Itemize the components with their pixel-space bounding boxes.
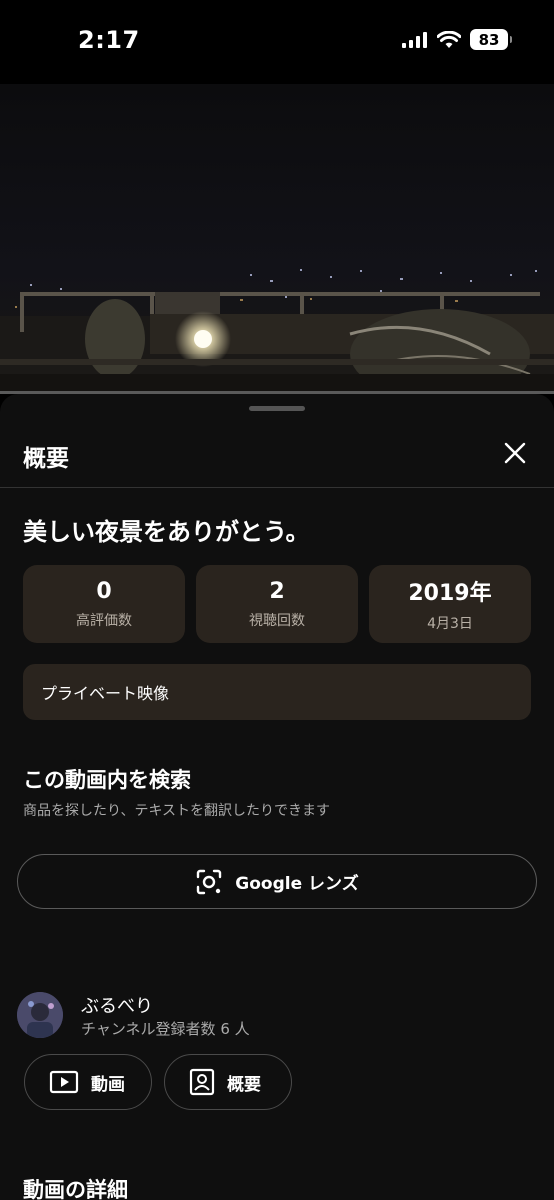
privacy-status: プライベート映像 — [23, 664, 531, 720]
channel-buttons: 動画 概要 — [24, 1054, 292, 1110]
video-title: 美しい夜景をありがとう。 — [23, 518, 310, 546]
search-in-video-title: この動画内を検索 — [23, 768, 191, 792]
stat-value: 2 — [269, 578, 285, 604]
drag-handle[interactable] — [249, 406, 305, 411]
google-lens-icon — [197, 869, 222, 894]
status-icons: 83 — [402, 29, 512, 50]
channel-subscriber-count: チャンネル登録者数 6 人 — [81, 1020, 250, 1038]
google-lens-button[interactable]: Google レンズ — [17, 854, 537, 909]
battery-indicator: 83 — [470, 29, 512, 50]
channel-avatar[interactable] — [17, 992, 63, 1038]
description-sheet: 概要 美しい夜景をありがとう。 0 高評価数 2 視聴回数 2019年 4月3日… — [0, 394, 554, 1200]
status-bar: 2:17 83 — [0, 0, 554, 84]
close-icon[interactable] — [502, 440, 528, 466]
cellular-signal-icon — [402, 31, 427, 48]
videos-button[interactable]: 動画 — [24, 1054, 152, 1110]
stats-row: 0 高評価数 2 視聴回数 2019年 4月3日 — [23, 565, 531, 643]
channel-info[interactable]: ぶるべり チャンネル登録者数 6 人 — [17, 992, 537, 1040]
stat-label: 4月3日 — [427, 616, 473, 632]
date-stat: 2019年 4月3日 — [369, 565, 531, 643]
about-button[interactable]: 概要 — [164, 1054, 292, 1110]
views-stat: 2 視聴回数 — [196, 565, 358, 643]
about-button-label: 概要 — [227, 1074, 261, 1095]
stat-label: 高評価数 — [76, 612, 132, 629]
play-box-icon — [49, 1070, 79, 1094]
wifi-icon — [437, 30, 461, 48]
search-in-video-subtitle: 商品を探したり、テキストを翻訳したりできます — [23, 803, 331, 819]
video-player[interactable] — [0, 84, 554, 394]
google-lens-label: Google レンズ — [235, 874, 359, 894]
stat-value: 2019年 — [408, 581, 492, 606]
sheet-header: 概要 — [0, 422, 554, 488]
video-frame-image — [0, 84, 554, 394]
videos-button-label: 動画 — [91, 1074, 125, 1095]
stat-label: 視聴回数 — [249, 612, 305, 629]
person-box-icon — [189, 1068, 215, 1096]
status-time: 2:17 — [78, 26, 140, 54]
sheet-title: 概要 — [23, 446, 69, 472]
avatar-image — [17, 992, 63, 1038]
channel-name[interactable]: ぶるべり — [81, 992, 153, 1018]
video-details-title: 動画の詳細 — [23, 1178, 128, 1200]
stat-value: 0 — [96, 578, 112, 604]
likes-stat: 0 高評価数 — [23, 565, 185, 643]
